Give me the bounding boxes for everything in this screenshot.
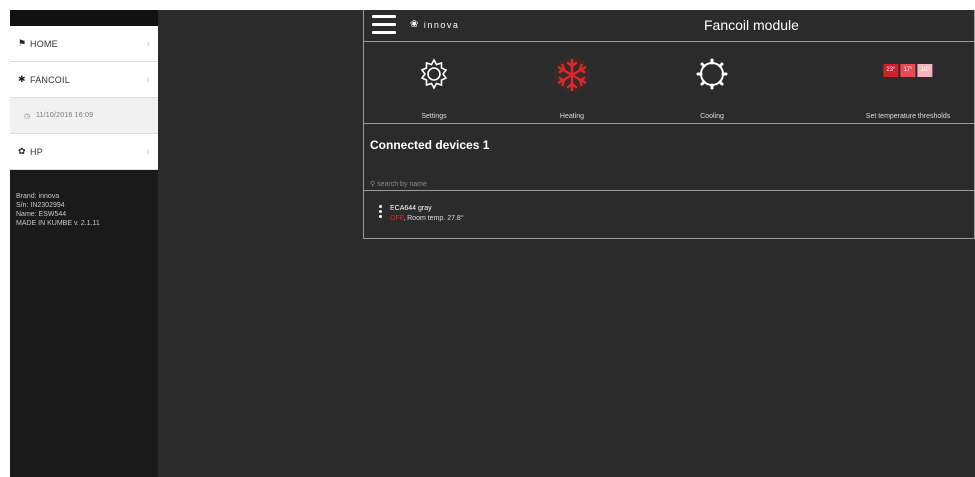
connected-devices-title: Connected devices 1 (370, 138, 490, 152)
sidebar-item-hp[interactable]: ✿ HP › (10, 134, 158, 170)
info-serial: S/n: IN2302994 (16, 202, 65, 209)
cog-ring-icon (696, 58, 728, 90)
sidebar-item-fancoil[interactable]: ✱ FANCOIL › (10, 62, 158, 98)
device-details: ECA644 gray OFF, Room temp. 27.8° (390, 204, 464, 224)
fancoil-panel: ❀ innova Fancoil module Settings Heating… (363, 10, 975, 239)
clock-icon: ◷ (24, 112, 31, 120)
device-info: Brand: innova S/n: IN2302994 Name: ESW54… (10, 170, 158, 228)
info-name: Name: ESW544 (16, 211, 67, 218)
mode-thresholds-button[interactable]: 23° 17° 10° Set temperature thresholds (844, 42, 972, 124)
mode-bar: Settings Heating Cooling 23° 17° 10° Set… (364, 42, 974, 124)
thresholds-icon: 23° 17° 10° (883, 64, 933, 77)
device-name: ECA644 gray (390, 205, 432, 212)
hp-icon: ✿ (18, 146, 26, 156)
search-icon: ⚲ (370, 181, 376, 188)
logo-mark-icon: ❀ (410, 19, 420, 30)
sidebar-item-label: 11/10/2016 16:09 (36, 112, 94, 119)
mode-label: Cooling (700, 113, 724, 120)
search-input[interactable]: search by name (377, 181, 427, 188)
chevron-right-icon: › (146, 146, 150, 157)
device-list-item[interactable]: ECA644 gray OFF, Room temp. 27.8° (379, 204, 464, 224)
chevron-right-icon: › (146, 38, 150, 49)
page-title: Fancoil module (704, 17, 799, 33)
sidebar-item-datetime[interactable]: ◷ 11/10/2016 16:09 (10, 98, 158, 134)
mode-label: Set temperature thresholds (865, 113, 951, 120)
sidebar: ⚑ HOME › ✱ FANCOIL › ◷ 11/10/2016 16:09 … (10, 10, 158, 477)
sidebar-item-label: HP (30, 146, 43, 157)
brand-logo: ❀ innova (410, 19, 459, 30)
mode-label: Settings (421, 113, 447, 120)
chevron-right-icon: › (146, 74, 150, 85)
mode-label: Heating (559, 113, 585, 120)
mode-heating-button[interactable]: Heating (532, 42, 612, 124)
mode-cooling-button[interactable]: Cooling (672, 42, 752, 124)
info-made: MADE IN KUMBE v. 2.1.11 (16, 220, 100, 227)
device-status: OFF (390, 215, 404, 222)
divider (364, 190, 974, 191)
hamburger-menu-button[interactable] (372, 15, 396, 35)
app-frame: ⚑ HOME › ✱ FANCOIL › ◷ 11/10/2016 16:09 … (10, 10, 975, 477)
snowflake-icon (554, 57, 590, 93)
sidebar-item-label: FANCOIL (30, 74, 70, 85)
device-search[interactable]: ⚲ search by name (370, 180, 427, 188)
info-brand: Brand: innova (16, 193, 60, 200)
gear-icon (420, 58, 448, 90)
mode-settings-button[interactable]: Settings (394, 42, 474, 124)
logo-text: innova (423, 19, 460, 30)
device-menu-icon[interactable] (379, 204, 382, 224)
threshold-high: 23° (883, 64, 899, 77)
threshold-mid: 17° (900, 64, 916, 77)
device-room-temp: , Room temp. 27.8° (403, 215, 464, 222)
threshold-low: 10° (917, 64, 933, 77)
sidebar-item-label: HOME (30, 38, 58, 49)
fan-icon: ✱ (18, 74, 26, 84)
sidebar-item-home[interactable]: ⚑ HOME › (10, 26, 158, 62)
sidebar-topbar (10, 10, 158, 26)
home-icon: ⚑ (18, 38, 27, 48)
panel-header: ❀ innova Fancoil module (364, 10, 974, 42)
